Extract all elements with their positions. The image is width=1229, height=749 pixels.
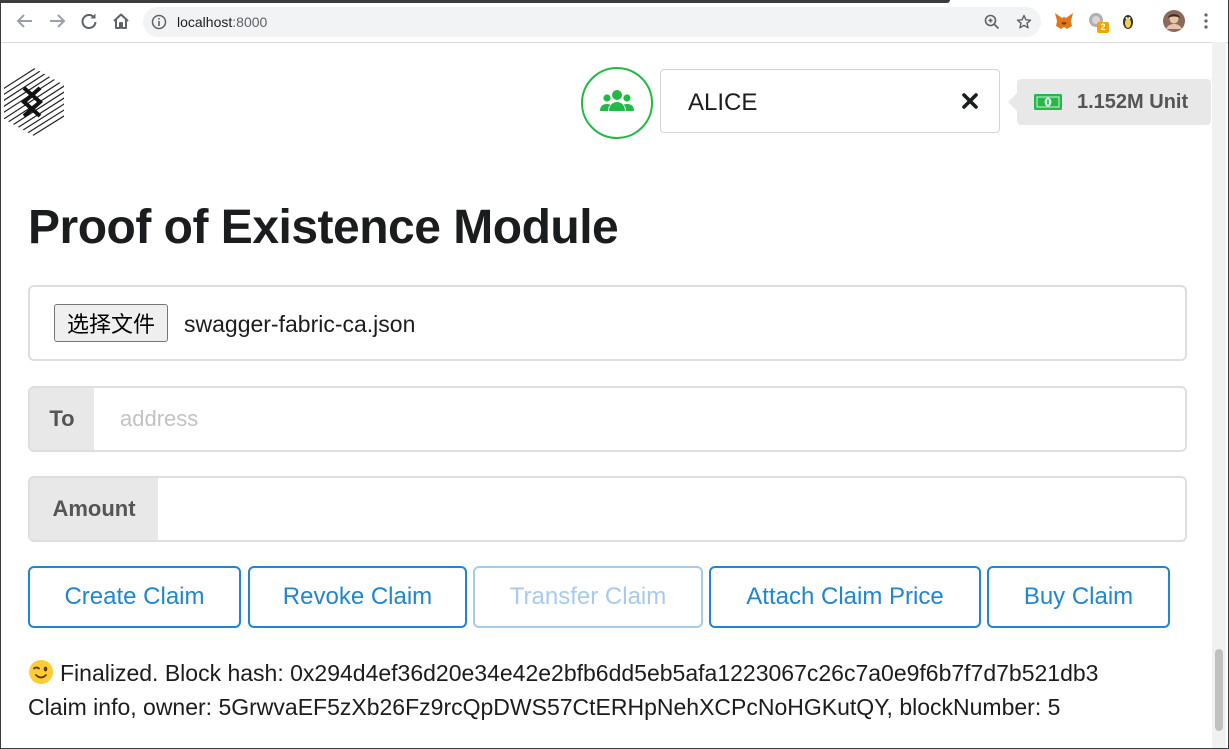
amount-field: Amount <box>28 476 1187 542</box>
extension-badge: 2 <box>1097 22 1109 33</box>
selected-account-name: ALICE <box>688 89 758 116</box>
page-title: Proof of Existence Module <box>28 201 619 254</box>
extension-coin-icon[interactable]: 2 <box>1087 11 1109 33</box>
extension-penguin-icon[interactable] <box>1118 11 1138 31</box>
status-finalized-text: Finalized. Block hash: 0x294d4ef36d20e34… <box>60 660 1099 686</box>
account-icon-circle <box>581 67 653 139</box>
file-input-field: 选择文件 swagger-fabric-ca.json <box>28 285 1187 361</box>
zoom-icon[interactable] <box>984 14 1000 35</box>
url-port: :8000 <box>232 14 268 30</box>
selected-file-name: swagger-fabric-ca.json <box>184 311 416 337</box>
page-scrollbar[interactable] <box>1212 42 1226 749</box>
transfer-claim-button[interactable]: Transfer Claim <box>473 566 703 628</box>
money-bill-icon <box>1034 94 1062 115</box>
to-address-field: To <box>28 386 1187 452</box>
forward-icon[interactable] <box>46 10 68 32</box>
amount-label: Amount <box>30 478 158 540</box>
users-icon <box>599 89 635 118</box>
app-logo <box>2 66 66 138</box>
create-claim-button[interactable]: Create Claim <box>28 566 241 628</box>
browser-menu-icon[interactable] <box>1196 11 1216 31</box>
balance-label: 1.152M Unit <box>1008 79 1211 125</box>
bookmark-star-icon[interactable] <box>1016 14 1032 35</box>
account-selector[interactable]: ALICE <box>660 69 1000 133</box>
url-text[interactable]: localhost:8000 <box>177 14 267 30</box>
buy-claim-button[interactable]: Buy Claim <box>987 566 1170 628</box>
profile-avatar-icon[interactable] <box>1162 9 1186 33</box>
home-icon[interactable] <box>110 10 132 32</box>
back-icon[interactable] <box>14 10 36 32</box>
to-address-input[interactable] <box>94 388 1185 450</box>
metamask-fox-icon[interactable] <box>1054 11 1074 31</box>
choose-file-button[interactable]: 选择文件 <box>54 304 169 342</box>
revoke-claim-button[interactable]: Revoke Claim <box>248 566 467 628</box>
clear-selection-icon[interactable] <box>961 92 979 115</box>
to-label: To <box>30 388 94 450</box>
window-titlebar-edge <box>0 0 950 3</box>
wink-emoji-icon <box>28 659 54 685</box>
balance-amount: 1.152M Unit <box>1077 91 1189 113</box>
address-bar[interactable]: localhost:8000 <box>143 7 1041 37</box>
reload-icon[interactable] <box>78 10 100 32</box>
transaction-status: Finalized. Block hash: 0x294d4ef36d20e34… <box>28 656 1098 724</box>
status-claim-info: Claim info, owner: 5GrwvaEF5zXb26Fz9rcQp… <box>28 694 1061 720</box>
status-line-finalized: Finalized. Block hash: 0x294d4ef36d20e34… <box>28 656 1098 690</box>
scrollbar-thumb[interactable] <box>1215 649 1223 731</box>
attach-claim-price-button[interactable]: Attach Claim Price <box>709 566 981 628</box>
url-host: localhost <box>177 14 233 30</box>
browser-toolbar: localhost:8000 2 <box>0 0 1229 43</box>
site-info-icon[interactable] <box>151 14 167 35</box>
amount-input[interactable] <box>158 478 1185 540</box>
